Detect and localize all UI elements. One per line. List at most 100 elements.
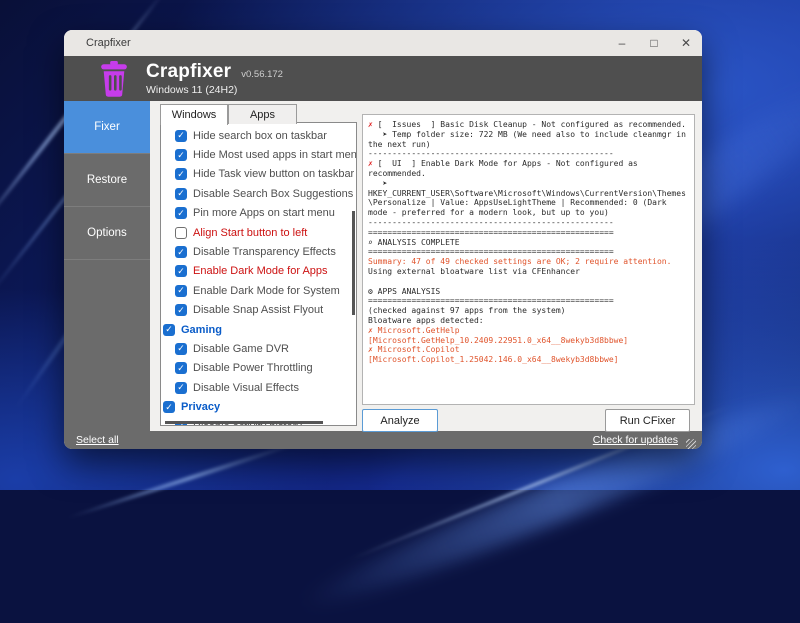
close-button[interactable]: ✕ (670, 30, 702, 56)
console-line: ✗ Microsoft.GetHelp [Microsoft.GetHelp_1… (368, 326, 689, 346)
checklist-item-label: Privacy (181, 401, 220, 413)
console-line (368, 277, 689, 287)
console-line: ========================================… (368, 247, 689, 257)
console-line: Summary: 47 of 49 checked settings are O… (368, 257, 689, 267)
checkbox-checked-icon[interactable] (175, 188, 187, 200)
console-text-segment: ➤ Temp folder size: 722 MB (We need also… (368, 130, 691, 149)
console-line: ⌕ ANALYSIS COMPLETE (368, 238, 689, 248)
checklist-item[interactable]: Hide Task view button on taskbar (161, 165, 356, 184)
minimize-button[interactable]: – (606, 30, 638, 56)
console-line: ----------------------------------------… (368, 149, 689, 159)
console-line: ➤ Temp folder size: 722 MB (We need also… (368, 130, 689, 150)
checkbox-checked-icon[interactable] (175, 304, 187, 316)
sidebar: FixerRestoreOptions (64, 101, 150, 431)
console-line: ✗ Microsoft.Copilot [Microsoft.Copilot_1… (368, 345, 689, 365)
console-text-segment: ✗ Microsoft.Copilot [Microsoft.Copilot_1… (368, 345, 618, 364)
run-cfixer-button[interactable]: Run CFixer (605, 409, 690, 432)
trash-icon (98, 61, 130, 97)
checkbox-checked-icon[interactable] (175, 343, 187, 355)
checklist-item-label: Align Start button to left (193, 227, 307, 239)
console-text-segment: ----------------------------------------… (368, 149, 614, 158)
console-text-segment: [ UI ] Enable Dark Mode for Apps - Not c… (368, 159, 643, 178)
sidebar-item-options[interactable]: Options (64, 207, 150, 260)
console-line: ✗ [ Issues ] Basic Disk Cleanup - Not co… (368, 120, 689, 130)
console-text-segment: ========================================… (368, 247, 614, 256)
checklist-item[interactable]: Gaming (161, 320, 356, 339)
checklist-item[interactable]: Align Start button to left (161, 223, 356, 242)
window-title: Crapfixer (64, 37, 606, 49)
analyze-button[interactable]: Analyze (362, 409, 438, 432)
checkbox-checked-icon[interactable] (175, 168, 187, 180)
console-text-segment: ⌕ ANALYSIS COMPLETE (368, 238, 460, 247)
checklist-item[interactable]: Hide search box on taskbar (161, 126, 356, 145)
statusbar: Select all Check for updates (64, 431, 702, 449)
checkbox-checked-icon[interactable] (175, 382, 187, 394)
console-text-segment: ✗ Microsoft.GetHelp [Microsoft.GetHelp_1… (368, 326, 628, 345)
checkbox-checked-icon[interactable] (175, 246, 187, 258)
check-for-updates-link[interactable]: Check for updates (593, 434, 678, 446)
console-text-segment: Bloatware apps detected: (368, 316, 484, 325)
horizontal-scrollbar[interactable] (165, 421, 323, 424)
checklist-item-label: Disable Power Throttling (193, 362, 313, 374)
checkbox-checked-icon[interactable] (175, 149, 187, 161)
console-text-segment: Summary: 47 of 49 checked settings are O… (368, 257, 671, 266)
tab-apps[interactable]: Apps (228, 104, 297, 124)
checkbox-checked-icon[interactable] (175, 130, 187, 142)
tab-strip: WindowsApps (160, 104, 297, 125)
console-line: (checked against 97 apps from the system… (368, 306, 689, 316)
checklist-item[interactable]: Disable Transparency Effects (161, 242, 356, 261)
app-header: Crapfixer v0.56.172 Windows 11 (24H2) (64, 56, 702, 101)
console-text-segment: ========================================… (368, 296, 614, 305)
console-line: Using external bloatware list via CFEnha… (368, 267, 689, 277)
checkbox-checked-icon[interactable] (163, 324, 175, 336)
main-content: WindowsApps Hide search box on taskbarHi… (150, 101, 702, 431)
checklist-item-label: Disable Transparency Effects (193, 246, 336, 258)
checklist-item[interactable]: Disable Game DVR (161, 339, 356, 358)
console-line: ========================================… (368, 296, 689, 306)
console-text-segment: ➤ HKEY_CURRENT_USER\Software\Microsoft\W… (368, 179, 686, 217)
resize-grip-icon[interactable] (686, 439, 696, 449)
console-text-segment: ----------------------------------------… (368, 218, 614, 227)
checklist-item-label: Hide search box on taskbar (193, 130, 327, 142)
checklist-item[interactable]: Enable Dark Mode for Apps (161, 262, 356, 281)
console-line: ⚙ APPS ANALYSIS (368, 287, 689, 297)
checkbox-unchecked-icon[interactable] (175, 227, 187, 239)
checklist: Hide search box on taskbar Hide Most used… (161, 123, 356, 426)
analysis-console[interactable]: ✗ [ Issues ] Basic Disk Cleanup - Not co… (362, 114, 695, 405)
console-text-segment: Using external bloatware list via CFEnha… (368, 267, 580, 276)
header-text: Crapfixer v0.56.172 Windows 11 (24H2) (146, 61, 283, 96)
app-version: v0.56.172 (241, 69, 283, 80)
sidebar-item-restore[interactable]: Restore (64, 154, 150, 207)
crapfixer-window: Crapfixer – □ ✕ Crapfixer v0.56.172 Wind… (64, 30, 702, 449)
vertical-scrollbar[interactable] (352, 211, 355, 315)
checklist-item-label: Hide Most used apps in start menu (193, 149, 357, 161)
checklist-item[interactable]: Disable Power Throttling (161, 359, 356, 378)
checklist-item-label: Disable Game DVR (193, 343, 289, 355)
checklist-item[interactable]: Disable Search Box Suggestions (161, 184, 356, 203)
checklist-item-label: Disable Snap Assist Flyout (193, 304, 323, 316)
checkbox-checked-icon[interactable] (175, 207, 187, 219)
console-line: ----------------------------------------… (368, 218, 689, 228)
console-text-segment: [ Issues ] Basic Disk Cleanup - Not conf… (373, 120, 686, 129)
console-text-segment: ⚙ APPS ANALYSIS (368, 287, 440, 296)
checkbox-checked-icon[interactable] (175, 362, 187, 374)
sidebar-item-fixer[interactable]: Fixer (64, 101, 150, 154)
checklist-item[interactable]: Hide Most used apps in start menu (161, 145, 356, 164)
tab-windows[interactable]: Windows (160, 104, 228, 125)
checklist-item[interactable]: Disable Snap Assist Flyout (161, 301, 356, 320)
select-all-link[interactable]: Select all (76, 434, 119, 446)
checklist-item[interactable]: Pin more Apps on start menu (161, 204, 356, 223)
checklist-item-label: Pin more Apps on start menu (193, 207, 335, 219)
checkbox-checked-icon[interactable] (175, 265, 187, 277)
console-line: ➤ HKEY_CURRENT_USER\Software\Microsoft\W… (368, 179, 689, 218)
checklist-item[interactable]: Enable Dark Mode for System (161, 281, 356, 300)
checklist-item[interactable]: Disable Visual Effects (161, 378, 356, 397)
maximize-button[interactable]: □ (638, 30, 670, 56)
console-line: ✗ [ UI ] Enable Dark Mode for Apps - Not… (368, 159, 689, 179)
checkbox-checked-icon[interactable] (163, 401, 175, 413)
checkbox-checked-icon[interactable] (175, 285, 187, 297)
checklist-item[interactable]: Privacy (161, 397, 356, 416)
titlebar: Crapfixer – □ ✕ (64, 30, 702, 56)
checklist-item-label: Gaming (181, 324, 222, 336)
console-text-segment: ========================================… (368, 228, 614, 237)
